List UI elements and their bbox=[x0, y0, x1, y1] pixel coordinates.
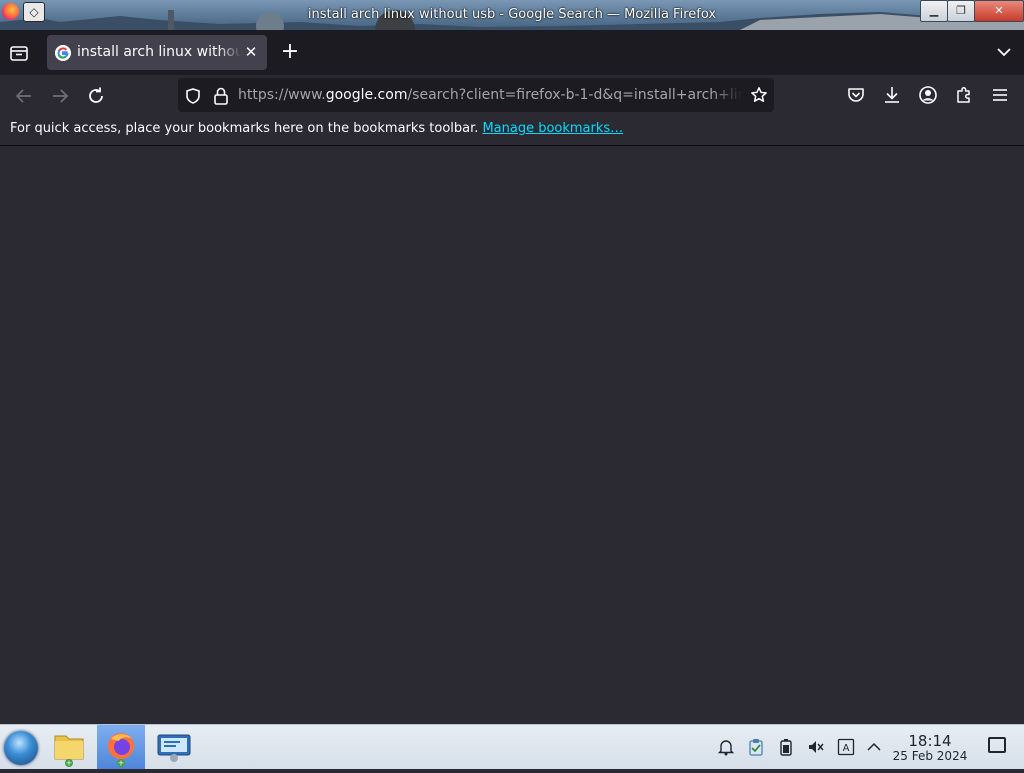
tab-strip: install arch linux without usb - Google … bbox=[0, 30, 1024, 75]
minimize-icon: ▁ bbox=[929, 4, 939, 17]
chevron-down-icon[interactable] bbox=[994, 44, 1014, 60]
plus-icon: + bbox=[280, 39, 300, 64]
url-prefix: https://www. bbox=[238, 87, 326, 103]
svg-text:A: A bbox=[843, 743, 850, 754]
menu-icon[interactable] bbox=[990, 85, 1010, 105]
close-window-button[interactable]: ✕ bbox=[974, 0, 1024, 22]
maximize-button[interactable]: ❐ bbox=[947, 0, 975, 22]
reload-icon[interactable] bbox=[85, 85, 107, 107]
google-g-icon bbox=[55, 45, 71, 61]
firefox-view-icon[interactable] bbox=[8, 42, 30, 64]
shield-icon[interactable] bbox=[184, 87, 202, 105]
clipboard-icon[interactable] bbox=[746, 737, 766, 757]
system-settings-icon bbox=[157, 734, 191, 762]
bookmarks-toolbar-message: For quick access, place your bookmarks h… bbox=[10, 121, 623, 136]
star-icon[interactable] bbox=[750, 86, 768, 104]
start-menu-icon[interactable] bbox=[4, 731, 38, 765]
tray-expand-icon[interactable] bbox=[864, 737, 884, 757]
tab-close-button[interactable]: ✕ bbox=[243, 43, 259, 61]
window-titlebar[interactable]: ◇ install arch linux without usb - Googl… bbox=[0, 0, 1024, 30]
notifications-icon[interactable] bbox=[716, 737, 736, 757]
url-text[interactable]: https://www.google.com/search?client=fir… bbox=[238, 87, 742, 103]
file-manager-icon: + bbox=[54, 735, 84, 768]
download-icon[interactable] bbox=[882, 85, 902, 105]
clock-time[interactable]: 18:14 bbox=[894, 732, 966, 750]
bookmarks-hint-text: For quick access, place your bookmarks h… bbox=[10, 121, 479, 136]
show-desktop-icon[interactable] bbox=[988, 737, 1006, 753]
new-tab-button[interactable]: + bbox=[280, 39, 300, 64]
volume-muted-icon[interactable] bbox=[806, 737, 826, 757]
restore-icon: ❐ bbox=[956, 4, 966, 17]
lock-icon[interactable] bbox=[212, 86, 230, 106]
pocket-icon[interactable] bbox=[846, 85, 866, 105]
extensions-icon[interactable] bbox=[954, 85, 974, 105]
window-title: install arch linux without usb - Google … bbox=[307, 7, 717, 22]
tab-google-search[interactable]: install arch linux without usb - Google … bbox=[47, 35, 267, 70]
tab-title: install arch linux without usb - Google … bbox=[77, 44, 242, 60]
taskbar: + + A 18:14 25 Feb 2024 bbox=[0, 724, 1024, 769]
svg-text:+: + bbox=[66, 759, 73, 768]
close-icon: ✕ bbox=[994, 4, 1004, 17]
bookmarks-toolbar: For quick access, place your bookmarks h… bbox=[0, 115, 1024, 146]
account-icon[interactable] bbox=[918, 85, 938, 105]
file-manager-task[interactable]: + bbox=[46, 725, 94, 769]
clock-date[interactable]: 25 Feb 2024 bbox=[890, 749, 970, 763]
firefox-task[interactable]: + bbox=[97, 725, 145, 769]
page-content[interactable] bbox=[0, 146, 1024, 724]
back-icon[interactable] bbox=[13, 85, 35, 107]
battery-icon[interactable] bbox=[776, 737, 796, 757]
system-settings-task[interactable] bbox=[150, 725, 198, 769]
url-domain: google.com bbox=[325, 87, 408, 103]
firefox-icon: + bbox=[108, 733, 134, 768]
manage-bookmarks-link[interactable]: Manage bookmarks… bbox=[482, 121, 623, 136]
close-icon: ✕ bbox=[244, 43, 258, 61]
forward-icon[interactable] bbox=[49, 85, 71, 107]
input-method-icon[interactable]: A bbox=[836, 737, 856, 757]
navigation-toolbar: https://www.google.com/search?client=fir… bbox=[0, 75, 1024, 115]
minimize-button[interactable]: ▁ bbox=[920, 0, 948, 22]
url-path: /search?client=firefox-b-1-d&q=install+a… bbox=[407, 87, 742, 103]
url-bar[interactable]: https://www.google.com/search?client=fir… bbox=[178, 78, 774, 112]
svg-text:+: + bbox=[118, 759, 125, 768]
